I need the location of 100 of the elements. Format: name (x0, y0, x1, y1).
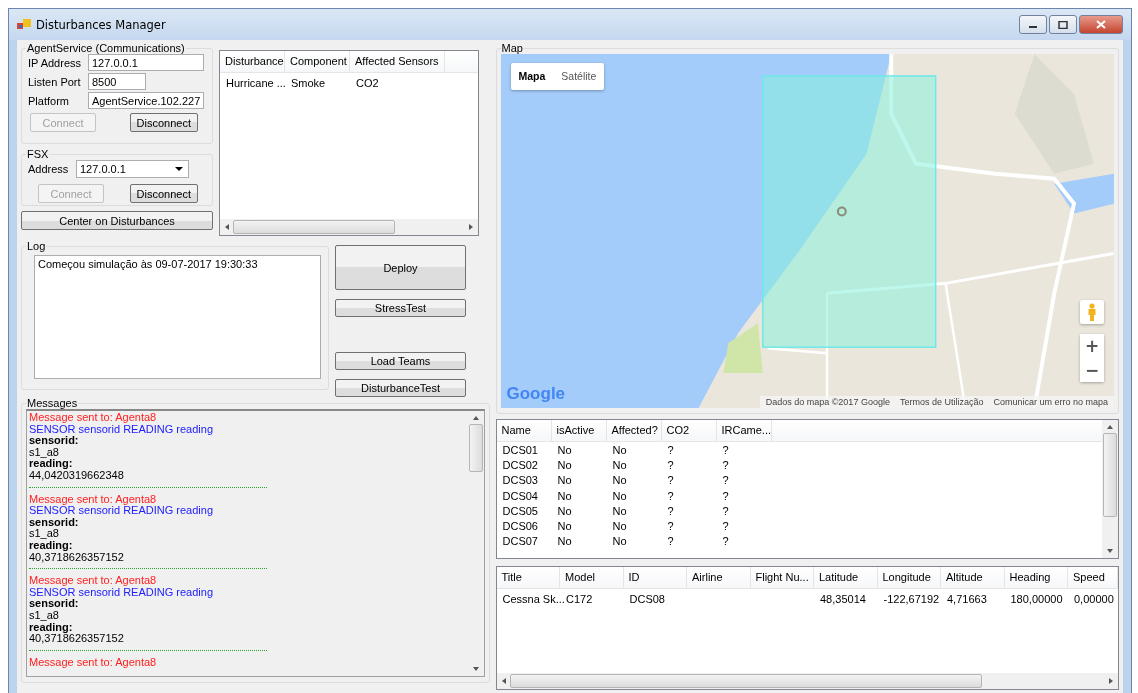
field-label: Address (27, 163, 70, 175)
table-cell-text: No (556, 474, 573, 487)
table-cell-text: No (556, 443, 573, 456)
text-field[interactable]: 127.0.0.1 (88, 54, 204, 71)
up-arrow-icon[interactable] (472, 416, 479, 420)
table-cell-text: -122,67192 (882, 592, 941, 605)
field-value: s1_a8 (29, 528, 60, 540)
horizontal-scrollbar[interactable] (496, 673, 1118, 689)
app-icon (17, 18, 31, 31)
column-header[interactable]: Flight Nu... (750, 567, 814, 588)
column-header[interactable]: ID (623, 567, 687, 588)
action-button[interactable]: Disconnect (129, 113, 198, 132)
zoom-out-button[interactable]: − (1080, 358, 1104, 382)
table-cell-text: ? (666, 443, 675, 456)
table-cell-text: Smoke (290, 76, 327, 89)
field-value: 44,0420319662348 (29, 469, 125, 482)
column-header[interactable]: Component (285, 51, 350, 72)
action-button[interactable]: Disconnect (129, 184, 198, 203)
group-title: Map (500, 42, 524, 54)
table-cell-text: ? (721, 504, 730, 517)
field-label: Listen Port (27, 75, 82, 88)
close-button[interactable] (1079, 15, 1123, 34)
field-label: reading: (29, 458, 74, 470)
message-command: SENSOR sensorid READING reading (29, 423, 214, 436)
down-arrow-icon[interactable] (1107, 549, 1113, 553)
column-header[interactable]: Altitude (941, 567, 1005, 588)
column-header[interactable]: Title (496, 567, 560, 588)
table-cell-text: DCS06 (501, 520, 539, 533)
table-cell-text: ? (721, 535, 730, 548)
column-header[interactable]: Model (560, 567, 624, 588)
table-cell-text: ? (666, 474, 675, 487)
left-arrow-icon[interactable] (501, 678, 506, 684)
column-header[interactable]: Name (496, 420, 552, 441)
column-header[interactable]: CO2 (661, 420, 717, 441)
scroll-thumb[interactable] (509, 674, 982, 688)
close-icon (1096, 20, 1106, 29)
column-header[interactable]: Latitude (814, 567, 878, 588)
table-cell-text: 0,00000 (1073, 592, 1115, 605)
center-button[interactable]: Center on Disturbances (21, 211, 213, 230)
maximize-button[interactable] (1049, 15, 1077, 34)
column-header[interactable]: Speed (1068, 567, 1118, 588)
map-link[interactable]: Termos de Utilização (899, 397, 984, 407)
column-header[interactable]: Longitude (877, 567, 941, 588)
up-arrow-icon[interactable] (1107, 425, 1113, 429)
column-header[interactable]: Affected? (606, 420, 662, 441)
table-cell-text: No (611, 474, 628, 487)
left-arrow-icon[interactable] (225, 224, 229, 230)
field-label: IP Address (27, 56, 82, 69)
log-entry: Começou simulação às 09-07-2017 19:30:33 (38, 258, 259, 270)
table-cell-text: No (611, 489, 628, 502)
zoom-in-button[interactable]: + (1080, 334, 1104, 358)
column-header[interactable]: IRCame... (716, 420, 772, 441)
map-type-tab[interactable]: Satélite (553, 63, 605, 90)
table-cell-text: ? (721, 443, 730, 456)
window-title: Disturbances Manager (36, 17, 166, 32)
right-arrow-icon[interactable] (469, 224, 473, 230)
message-header: Message sent to: Agenta8 (29, 412, 158, 424)
table-cell-text: No (556, 489, 573, 502)
table-cell-text: ? (721, 458, 730, 471)
table-cell-text: DCS01 (501, 443, 539, 456)
column-header[interactable]: Affected Sensors (350, 51, 445, 72)
column-header[interactable]: Heading (1004, 567, 1068, 588)
map-link[interactable]: Comunicar um erro no mapa (993, 397, 1108, 407)
message-header: Message sent to: Agenta8 (29, 575, 158, 587)
table-cell-text: 48,35014 (819, 592, 867, 605)
text-field[interactable]: AgentService.102.227 (88, 92, 204, 109)
map-type-tab[interactable]: Mapa (510, 63, 554, 90)
scroll-thumb[interactable] (1103, 433, 1117, 517)
action-button[interactable]: StressTest (335, 299, 466, 317)
action-button[interactable]: Load Teams (335, 352, 466, 370)
action-button[interactable]: Deploy (335, 245, 466, 290)
table-cell-text: No (556, 520, 573, 533)
field-value: 40,3718626357152 (29, 551, 125, 564)
scroll-thumb[interactable] (468, 424, 483, 472)
down-arrow-icon[interactable] (472, 667, 479, 671)
attribution-text: Dados do mapa ©2017 Google (765, 397, 890, 407)
table-cell-text: 4,71663 (946, 592, 988, 605)
minimize-button[interactable] (1019, 15, 1047, 34)
column-header[interactable]: Airline (687, 567, 751, 588)
group-title: Messages (26, 397, 79, 409)
action-button[interactable]: DisturbanceTest (335, 379, 466, 397)
column-header[interactable]: Disturbance (220, 51, 285, 72)
maximize-icon (1058, 20, 1068, 29)
column-header[interactable]: isActive (551, 420, 607, 441)
table-cell-text: ? (721, 520, 730, 533)
table-cell-text: DCS02 (501, 458, 539, 471)
field-value: 40,3718626357152 (29, 633, 125, 645)
address-dropdown[interactable]: 127.0.0.1 (76, 160, 189, 178)
group-title: Log (26, 240, 47, 252)
table-cell-text: DCS03 (501, 474, 539, 487)
group-title: FSX (26, 148, 50, 160)
vertical-scrollbar[interactable] (1102, 420, 1118, 558)
scroll-thumb[interactable] (233, 220, 395, 234)
message-header: Message sent to: Agenta8 (29, 493, 158, 506)
horizontal-scrollbar[interactable] (220, 219, 478, 235)
table-cell-text: ? (666, 535, 675, 548)
table-cell-text: No (611, 458, 628, 471)
text-field[interactable]: 8500 (88, 73, 146, 90)
table-cell-text: DCS08 (628, 592, 666, 605)
right-arrow-icon[interactable] (1109, 678, 1113, 684)
